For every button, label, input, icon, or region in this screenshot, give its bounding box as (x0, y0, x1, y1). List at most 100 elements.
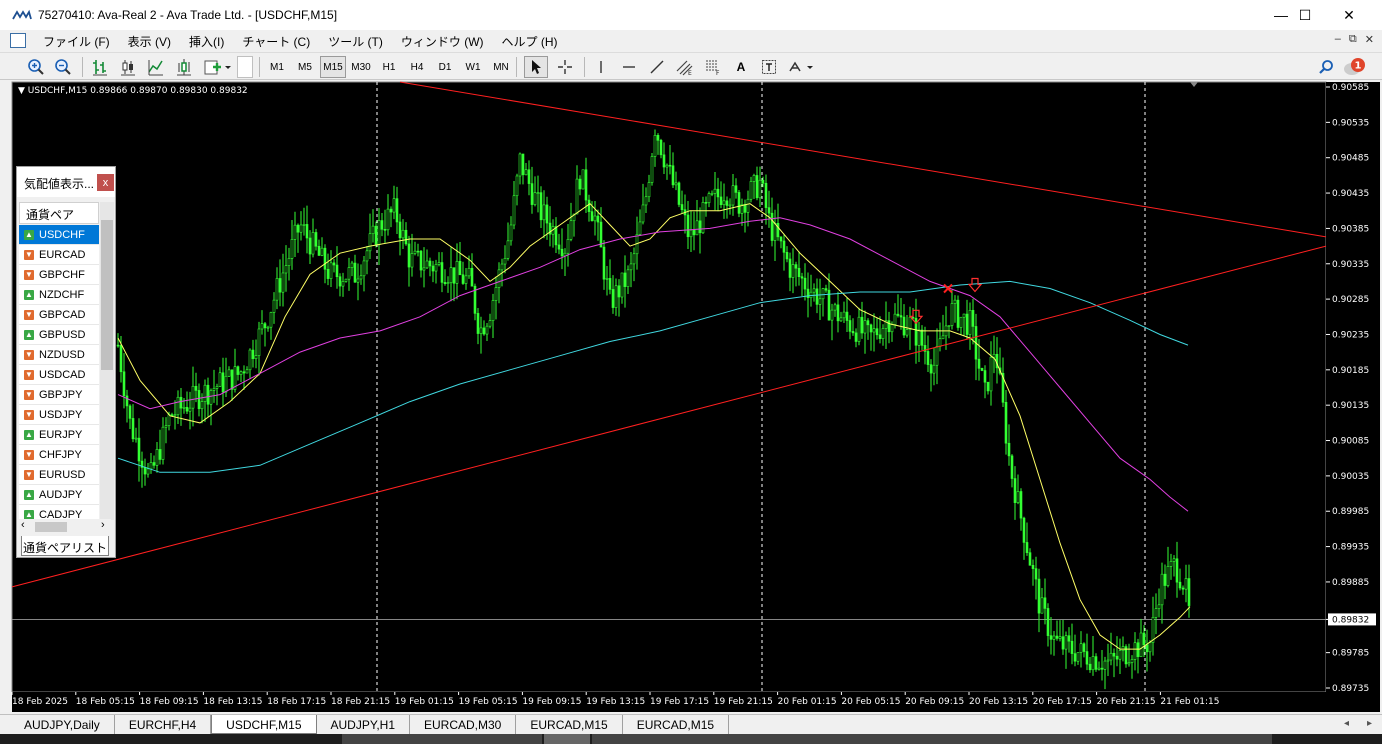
fibonacci-tool-icon[interactable]: F (702, 56, 724, 78)
candle-body (734, 185, 738, 193)
symbol-row-chfjpy[interactable]: ▼ CHFJPY (19, 445, 99, 465)
symbol-row-eurcad[interactable]: ▼ EURCAD (19, 245, 99, 265)
candle-body (992, 353, 996, 358)
horizontal-scroll-thumb[interactable] (35, 522, 67, 532)
maximize-button[interactable]: ☐ (1282, 0, 1328, 30)
symbol-row-eurjpy[interactable]: ▲ EURJPY (19, 425, 99, 445)
symbol-row-gbpjpy[interactable]: ▼ GBPJPY (19, 385, 99, 405)
chart-tab-1[interactable]: EURCHF,H4 (115, 715, 212, 734)
bar-chart-icon[interactable] (90, 56, 110, 78)
candle-body (512, 195, 516, 226)
symbol-row-eurusd[interactable]: ▼ EURUSD (19, 465, 99, 485)
mdi-restore-button[interactable]: ⧉ (1349, 33, 1357, 46)
close-panel-button[interactable]: x (97, 174, 114, 191)
candle-body (980, 368, 984, 371)
cursor-tool-icon[interactable] (524, 56, 548, 78)
chart-tab-5[interactable]: EURCAD,M15 (516, 715, 623, 734)
symbol-column-header[interactable]: 通貨ペア (19, 202, 99, 224)
chart-tab-6[interactable]: EURCAD,M15 (623, 715, 730, 734)
symbol-row-usdjpy[interactable]: ▼ USDJPY (19, 405, 99, 425)
candle-body (212, 388, 216, 391)
scroll-right-icon[interactable]: › (101, 519, 105, 531)
search-icon[interactable] (1316, 56, 1336, 78)
vertical-scrollbar[interactable] (100, 202, 114, 520)
timeframe-w1-button[interactable]: W1 (460, 56, 486, 78)
mdi-minimize-button[interactable]: – (1335, 33, 1341, 46)
candle-body (962, 313, 966, 318)
template-box[interactable] (237, 56, 253, 78)
timeframe-d1-button[interactable]: D1 (432, 56, 458, 78)
symbols-tab[interactable]: 通貨ペアリスト (21, 536, 109, 556)
candle-body (614, 285, 618, 308)
menu-item-1[interactable]: 表示 (V) (119, 33, 180, 50)
timeframe-m1-button[interactable]: M1 (264, 56, 290, 78)
timeframe-h4-button[interactable]: H4 (404, 56, 430, 78)
candle-body (671, 165, 675, 186)
chart-tab-2[interactable]: USDCHF,M15 (211, 715, 317, 734)
symbol-row-gbpcad[interactable]: ▼ GBPCAD (19, 305, 99, 325)
symbol-row-nzdusd[interactable]: ▼ NZDUSD (19, 345, 99, 365)
price-chart[interactable]: 0.90585 0.90535 0.90485 0.90435 0.90385 0.903… (10, 80, 1382, 714)
notifications-icon[interactable]: 1 (1342, 56, 1368, 78)
menu-item-5[interactable]: ウィンドウ (W) (392, 33, 493, 50)
candle-body (257, 328, 261, 356)
scroll-left-icon[interactable]: ‹ (21, 519, 25, 531)
candle-body (1175, 558, 1179, 583)
crosshair-tool-icon[interactable] (554, 56, 576, 78)
menu-item-4[interactable]: ツール (T) (319, 33, 392, 50)
candle-body (899, 315, 903, 318)
close-window-button[interactable]: ✕ (1326, 0, 1372, 30)
symbol-row-gbpusd[interactable]: ▲ GBPUSD (19, 325, 99, 345)
chart-tab-0[interactable]: AUDJPY,Daily (10, 715, 115, 734)
vertical-line-tool-icon[interactable] (592, 56, 610, 78)
text-tool-icon[interactable]: A (730, 56, 752, 78)
candle-body (1100, 667, 1104, 670)
horizontal-scrollbar[interactable]: ‹ › (19, 519, 111, 535)
symbol-row-usdchf[interactable]: ▲ USDCHF (19, 225, 99, 245)
text-label-tool-icon[interactable] (758, 56, 780, 78)
menu-item-2[interactable]: 挿入(I) (180, 33, 233, 50)
indicators-icon[interactable] (174, 56, 194, 78)
horizontal-line-tool-icon[interactable] (618, 56, 640, 78)
price-label: 0.90535 (1332, 118, 1369, 128)
chart-collapse-icon[interactable]: ▼ (18, 86, 28, 96)
candle-body (191, 385, 195, 409)
timeframe-m30-button[interactable]: M30 (348, 56, 374, 78)
line-chart-icon[interactable] (146, 56, 166, 78)
symbol-row-usdcad[interactable]: ▼ USDCAD (19, 365, 99, 385)
candle-body (719, 196, 723, 206)
new-chart-dropdown-icon[interactable] (202, 56, 232, 78)
candle-body (329, 262, 333, 279)
scroll-thumb[interactable] (101, 220, 113, 370)
timeframe-mn-button[interactable]: MN (488, 56, 514, 78)
timeframe-m5-button[interactable]: M5 (292, 56, 318, 78)
chart-tab-3[interactable]: AUDJPY,H1 (317, 715, 410, 734)
symbol-row-audjpy[interactable]: ▲ AUDJPY (19, 485, 99, 505)
symbol-row-gbpchf[interactable]: ▼ GBPCHF (19, 265, 99, 285)
notification-count: 1 (1355, 61, 1362, 72)
chart-window-icon[interactable] (10, 33, 26, 48)
zoom-in-icon[interactable] (26, 56, 46, 78)
mdi-close-button[interactable]: ✕ (1365, 33, 1374, 46)
timeframe-h1-button[interactable]: H1 (376, 56, 402, 78)
tab-scroll-right-icon[interactable]: ▸ (1367, 718, 1372, 729)
menu-item-3[interactable]: チャート (C) (233, 33, 319, 50)
tab-scroll-left-icon[interactable]: ◂ (1344, 718, 1349, 729)
symbol-row-nzdchf[interactable]: ▲ NZDCHF (19, 285, 99, 305)
trendline-tool-icon[interactable] (646, 56, 668, 78)
timeframe-m15-button[interactable]: M15 (320, 56, 346, 78)
menu-item-6[interactable]: ヘルプ (H) (493, 33, 567, 50)
candle-body (1091, 656, 1095, 671)
channel-tool-icon[interactable]: E (674, 56, 696, 78)
arrows-dropdown-icon[interactable] (786, 56, 816, 78)
candle-body (332, 262, 336, 266)
candle-body (1037, 578, 1041, 614)
candle-body (293, 224, 297, 240)
candle-body (941, 335, 945, 340)
menu-item-0[interactable]: ファイル (F) (34, 33, 119, 50)
candle-body (602, 246, 606, 280)
chart-area[interactable]: 0.90585 0.90535 0.90485 0.90435 0.90385 0.903… (10, 80, 1382, 714)
zoom-out-icon[interactable] (53, 56, 73, 78)
chart-tab-4[interactable]: EURCAD,M30 (410, 715, 517, 734)
candlestick-chart-icon[interactable] (118, 56, 138, 78)
